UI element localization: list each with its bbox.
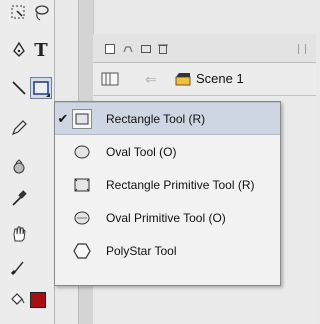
menu-item-label: PolyStar Tool [106,243,177,258]
outline-icon[interactable] [141,43,151,57]
free-transform-icon[interactable] [8,1,30,23]
edit-bar: ⇐ Scene 1 [93,63,316,96]
text-icon[interactable]: T [30,39,52,61]
menu-item-label: Oval Primitive Tool (O) [106,210,226,225]
menu-item-oval-tool[interactable]: Oval Tool (O) [55,135,280,168]
oval-icon [72,142,92,162]
rectangle-primitive-icon [72,175,92,195]
scene-breadcrumb[interactable]: Scene 1 [175,71,244,86]
menu-item-label: Oval Tool (O) [106,144,177,159]
clapperboard-icon [175,72,191,85]
pencil-icon[interactable] [8,117,30,139]
paint-bucket-icon[interactable] [6,288,28,310]
line-icon[interactable] [8,77,30,99]
submenu-indicator [46,93,50,97]
menu-item-oval-primitive-tool[interactable]: Oval Primitive Tool (O) [55,201,280,234]
eyedropper-icon[interactable] [8,187,30,209]
eye-icon[interactable] [105,43,115,57]
shape-tools-menu: ✔ Rectangle Tool (R) Oval Tool (O) Recta… [54,101,281,286]
back-arrow-icon[interactable]: ⇐ [145,71,157,88]
pen-icon[interactable] [8,39,30,61]
timeline-toggle-icon[interactable] [101,71,119,90]
menu-item-rectangle-primitive-tool[interactable]: Rectangle Primitive Tool (R) [55,168,280,201]
hand-icon[interactable] [8,223,30,245]
brush-icon[interactable] [8,256,30,278]
fill-color-swatch[interactable] [30,292,46,308]
scene-label: Scene 1 [196,71,244,86]
resize-grip[interactable] [298,44,306,54]
trash-icon[interactable] [158,43,168,57]
menu-item-label: Rectangle Tool (R) [106,111,206,126]
rectangle-icon [72,108,92,129]
polystar-icon [72,241,92,261]
timeline-header [93,34,316,63]
rectangle-tool-button[interactable] [30,77,52,99]
tools-panel: T [0,0,55,324]
lock-icon[interactable] [122,43,134,57]
ink-bottle-icon[interactable] [8,156,30,178]
lasso-icon[interactable] [30,1,52,23]
menu-item-polystar-tool[interactable]: PolyStar Tool [55,234,280,267]
menu-item-rectangle-tool[interactable]: ✔ Rectangle Tool (R) [55,102,280,135]
menu-item-label: Rectangle Primitive Tool (R) [106,177,255,192]
oval-primitive-icon [72,208,92,228]
check-icon: ✔ [57,110,69,126]
